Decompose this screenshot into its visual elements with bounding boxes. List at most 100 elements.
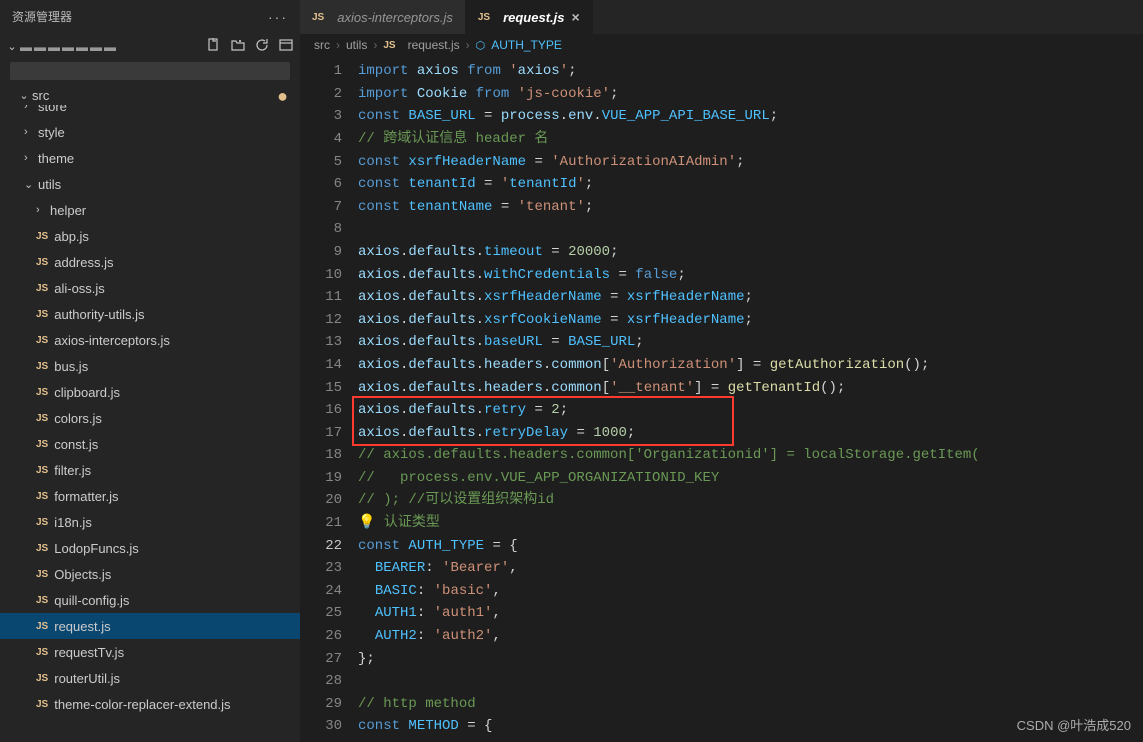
- code-line[interactable]: BASIC: 'basic',: [358, 580, 1143, 603]
- file-label: address.js: [54, 255, 113, 270]
- code-line[interactable]: const tenantName = 'tenant';: [358, 196, 1143, 219]
- js-file-icon: JS: [36, 621, 48, 632]
- folder-row-helper[interactable]: ›helper: [0, 197, 300, 223]
- breadcrumb-segment[interactable]: request.js: [408, 38, 460, 52]
- code-line[interactable]: const tenantId = 'tenantId';: [358, 173, 1143, 196]
- chevron-right-icon: ›: [24, 126, 38, 138]
- project-section-header[interactable]: ⌄ ▬▬▬▬▬▬▬: [0, 33, 300, 60]
- code-body[interactable]: import axios from 'axios';import Cookie …: [358, 56, 1143, 742]
- file-row[interactable]: JSi18n.js: [0, 509, 300, 535]
- code-line[interactable]: axios.defaults.retry = 2;: [358, 399, 1143, 422]
- code-line[interactable]: axios.defaults.baseURL = BASE_URL;: [358, 331, 1143, 354]
- code-line[interactable]: import Cookie from 'js-cookie';: [358, 83, 1143, 106]
- code-line[interactable]: AUTH2: 'auth2',: [358, 625, 1143, 648]
- tab-label: request.js: [503, 10, 564, 25]
- code-line[interactable]: const AUTH_TYPE = {: [358, 535, 1143, 558]
- new-folder-icon[interactable]: [230, 37, 246, 56]
- code-line[interactable]: };: [358, 648, 1143, 671]
- file-label: formatter.js: [54, 489, 118, 504]
- code-line[interactable]: axios.defaults.headers.common['Authoriza…: [358, 354, 1143, 377]
- code-line[interactable]: // process.env.VUE_APP_ORGANIZATIONID_KE…: [358, 467, 1143, 490]
- js-file-icon: JS: [36, 491, 48, 502]
- js-file-icon: JS: [36, 595, 48, 606]
- code-line[interactable]: axios.defaults.headers.common['__tenant'…: [358, 377, 1143, 400]
- more-icon[interactable]: ···: [268, 9, 288, 25]
- refresh-icon[interactable]: [254, 37, 270, 56]
- file-label: request.js: [54, 619, 110, 634]
- chevron-right-icon: ›: [24, 152, 38, 164]
- breadcrumb-segment[interactable]: src: [314, 38, 330, 52]
- new-file-icon[interactable]: [206, 37, 222, 56]
- file-row[interactable]: JSrouterUtil.js: [0, 665, 300, 691]
- code-line[interactable]: [358, 670, 1143, 693]
- file-row[interactable]: JSfilter.js: [0, 457, 300, 483]
- src-folder-row[interactable]: ⌄ src ●: [0, 86, 300, 105]
- file-row[interactable]: JS quill-config.js: [0, 587, 300, 613]
- collapse-icon[interactable]: [278, 37, 294, 56]
- js-file-icon: JS: [36, 647, 48, 658]
- file-row[interactable]: JSali-oss.js: [0, 275, 300, 301]
- file-row[interactable]: JSaxios-interceptors.js: [0, 327, 300, 353]
- file-row[interactable]: JSconst.js: [0, 431, 300, 457]
- code-line[interactable]: axios.defaults.retryDelay = 1000;: [358, 422, 1143, 445]
- file-row[interactable]: JSrequestTv.js: [0, 639, 300, 665]
- editor-tab[interactable]: JSrequest.js×: [466, 0, 593, 34]
- file-row[interactable]: JStheme-color-replacer-extend.js: [0, 691, 300, 717]
- file-row[interactable]: JScolors.js: [0, 405, 300, 431]
- file-row[interactable]: JSbus.js: [0, 353, 300, 379]
- code-line[interactable]: // axios.defaults.headers.common['Organi…: [358, 444, 1143, 467]
- file-row[interactable]: JS LodopFuncs.js: [0, 535, 300, 561]
- chevron-right-icon: ›: [336, 38, 340, 52]
- folder-row-theme[interactable]: ›theme: [0, 145, 300, 171]
- folder-label: utils: [38, 177, 61, 192]
- code-line[interactable]: BEARER: 'Bearer',: [358, 557, 1143, 580]
- editor-area: JS axios-interceptors.jsJS request.js × src…: [300, 0, 1143, 742]
- file-row[interactable]: JS address.js: [0, 249, 300, 275]
- js-file-icon: JS: [36, 465, 48, 476]
- file-label: const.js: [54, 437, 98, 452]
- line-gutter: 1234567891011121314151617181920212223242…: [300, 56, 358, 742]
- code-line[interactable]: axios.defaults.xsrfHeaderName = xsrfHead…: [358, 286, 1143, 309]
- file-label: clipboard.js: [54, 385, 120, 400]
- code-line[interactable]: // ); //可以设置组织架构id: [358, 489, 1143, 512]
- file-label: quill-config.js: [54, 593, 129, 608]
- file-row[interactable]: JSObjects.js: [0, 561, 300, 587]
- file-row[interactable]: JSauthority-utils.js: [0, 301, 300, 327]
- file-row[interactable]: JS formatter.js: [0, 483, 300, 509]
- editor-tab[interactable]: JS axios-interceptors.js: [300, 0, 466, 34]
- js-file-icon: JS: [36, 543, 48, 554]
- code-line[interactable]: const xsrfHeaderName = 'AuthorizationAIA…: [358, 151, 1143, 174]
- code-editor[interactable]: 1234567891011121314151617181920212223242…: [300, 56, 1143, 742]
- code-line[interactable]: axios.defaults.withCredentials = false;: [358, 264, 1143, 287]
- file-label: LodopFuncs.js: [54, 541, 139, 556]
- breadcrumb-symbol[interactable]: AUTH_TYPE: [491, 38, 562, 52]
- folder-row-store[interactable]: ›store: [0, 105, 300, 119]
- code-line[interactable]: AUTH1: 'auth1',: [358, 602, 1143, 625]
- js-file-icon: JS: [36, 699, 48, 710]
- code-line[interactable]: axios.defaults.xsrfCookieName = xsrfHead…: [358, 309, 1143, 332]
- code-line[interactable]: import axios from 'axios';: [358, 60, 1143, 83]
- code-line[interactable]: [358, 218, 1143, 241]
- code-line[interactable]: axios.defaults.timeout = 20000;: [358, 241, 1143, 264]
- js-file-icon: JS: [36, 257, 48, 268]
- file-row[interactable]: JSabp.js: [0, 223, 300, 249]
- file-label: bus.js: [54, 359, 88, 374]
- folder-row-style[interactable]: ›style: [0, 119, 300, 145]
- file-row[interactable]: JSclipboard.js: [0, 379, 300, 405]
- code-line[interactable]: const BASE_URL = process.env.VUE_APP_API…: [358, 105, 1143, 128]
- symbol-icon: ⬡: [476, 39, 486, 52]
- hidden-section: [10, 62, 290, 80]
- breadcrumb[interactable]: src › utils › JS request.js › ⬡ AUTH_TYP…: [300, 34, 1143, 56]
- project-hidden-label: ▬▬▬▬▬▬▬: [20, 40, 118, 54]
- code-line[interactable]: 💡 认证类型: [358, 512, 1143, 535]
- file-label: authority-utils.js: [54, 307, 144, 322]
- js-file-icon: JS: [312, 12, 324, 23]
- code-line[interactable]: // 跨域认证信息 header 名: [358, 128, 1143, 151]
- code-line[interactable]: // http method: [358, 693, 1143, 716]
- explorer-header: 资源管理器 ···: [0, 0, 300, 33]
- file-row[interactable]: JS request.js: [0, 613, 300, 639]
- breadcrumb-segment[interactable]: utils: [346, 38, 367, 52]
- close-icon[interactable]: ×: [572, 9, 580, 25]
- tab-label: axios-interceptors.js: [337, 10, 453, 25]
- folder-row-utils[interactable]: ⌄utils: [0, 171, 300, 197]
